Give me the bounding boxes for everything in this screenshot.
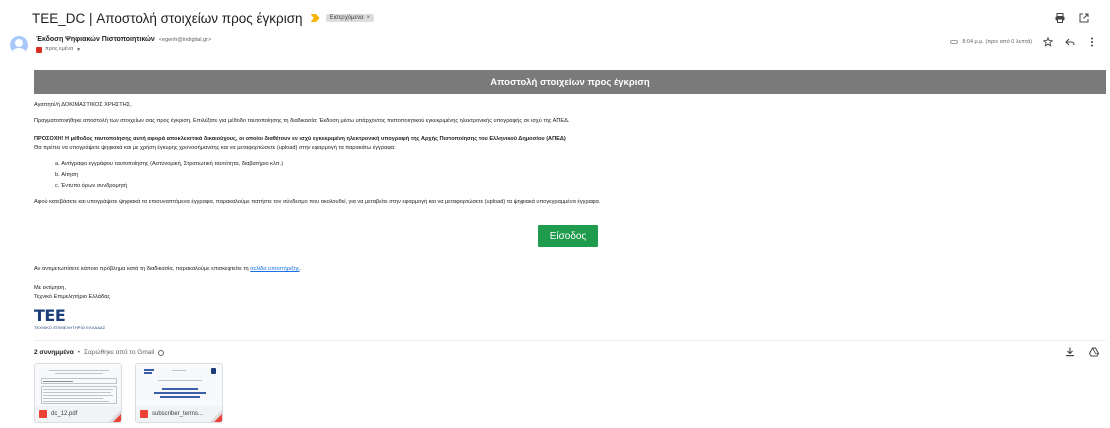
inbox-label-chip[interactable]: Εισερχόμενα × [325,14,375,22]
document-item: b. Αίτηση [55,172,79,178]
open-new-window-icon[interactable] [1078,12,1090,24]
lock-icon [211,368,216,374]
logo-mark: TEE [34,306,66,325]
pdf-icon [140,410,148,418]
followup-paragraph: Αφού κατεβάσετε και υπογράψετε ψηφιακά τ… [34,199,601,205]
scan-label: Σαρώθηκε από το Gmail [84,349,155,356]
tee-logo: TEE ΤΕΧΝΙΚΟ ΕΠΙΜΕΛΗΤΗΡΙΟ ΕΛΛΑΔΑΣ [34,306,106,331]
document-item: c. Έντυπο όρων συνδρομητή [55,183,128,189]
star-icon[interactable] [1042,36,1054,48]
intro-paragraph: Πραγματοποιήθηκε αποστολή των στοιχείων … [34,118,570,124]
recipient-marker-icon [36,46,42,53]
attachment-card-dc12[interactable]: dc_12.pdf [34,363,122,423]
message-time: 8:04 μ.μ. (πριν από 0 λεπτά) [962,39,1032,45]
email-subject: TEE_DC | Αποστολή στοιχείων προς έγκριση [32,10,303,26]
important-marker-icon[interactable] [310,14,320,22]
sender-info: Έκδοση Ψηφιακών Πιστοποιητικών <egenh@in… [36,36,211,53]
warning-paragraph: ΠΡΟΣΟΧΗ! Η μέθοδος ταυτοποίησης αυτή αφο… [34,136,566,142]
attachments-divider [34,340,1106,341]
message-meta: 8:04 μ.μ. (πριν από 0 λεπτά) [950,36,1098,48]
sender-name[interactable]: Έκδοση Ψηφιακών Πιστοποιητικών [36,36,155,44]
pdf-corner-marker [214,414,222,422]
attachments-separator: • [77,349,81,356]
recipient-text: προς εμένα [45,46,74,53]
subject-row: TEE_DC | Αποστολή στοιχείων προς έγκριση… [32,8,1090,28]
recipient-toggle[interactable]: προς εμένα ▼ [36,46,211,53]
email-banner: Αποστολή στοιχείων προς έγκριση [34,70,1106,94]
info-icon[interactable] [158,349,165,356]
sender-row: Έκδοση Ψηφιακών Πιστοποιητικών <egenh@in… [10,36,1098,60]
more-options-icon[interactable] [1086,36,1098,48]
sender-email: <egenh@indigital.gr> [158,37,212,43]
chevron-down-icon: ▼ [76,46,82,53]
closing-text: Με εκτίμηση, [34,285,66,291]
attachments-count: 2 συνημμένα [34,349,74,356]
support-prefix: Αν αντιμετωπίσετε κάποιο πρόβλημα κατά τ… [34,266,251,272]
attachment-thumbnail [136,364,222,408]
download-all-icon[interactable] [1064,346,1076,358]
attachments-header: 2 συνημμένα • Σαρώθηκε από το Gmail [34,349,165,356]
print-icon[interactable] [1054,12,1066,24]
login-button[interactable]: Είσοδος [538,225,598,247]
attachment-actions [1064,346,1100,358]
signature-text: Τεχνικό Επιμελητήριο Ελλάδας [34,294,111,300]
attachment-card-subscriber-terms[interactable]: subscriber_terms... [135,363,223,423]
sender-avatar[interactable] [10,36,28,54]
attachment-thumbnail [35,364,121,408]
top-actions [1054,12,1090,24]
pdf-corner-marker [113,414,121,422]
greeting: Αγαπητέ/ή ΔΟΚΙΜΑΣΤΙΚΟΣ ΧΡΗΣΤΗΣ, [34,102,132,108]
add-to-drive-icon[interactable] [1088,346,1100,358]
time-wrap: 8:04 μ.μ. (πριν από 0 λεπτά) [950,39,1032,45]
instruction-paragraph: Θα πρέπει να υπογράψετε ψηφιακά και με χ… [34,145,396,151]
pdf-icon [39,410,47,418]
logo-subtitle: ΤΕΧΝΙΚΟ ΕΠΙΜΕΛΗΤΗΡΙΟ ΕΛΛΑΔΑΣ [34,325,106,330]
support-paragraph: Αν αντιμετωπίσετε κάποιο πρόβλημα κατά τ… [34,266,301,272]
remove-label-icon[interactable]: × [367,15,371,21]
support-suffix: . [299,266,302,272]
support-link[interactable]: σελίδα υποστήριξης [250,266,299,272]
inbox-label-text: Εισερχόμενα [329,15,364,21]
reply-icon[interactable] [1064,36,1076,48]
attachment-name: dc_12.pdf [51,411,78,417]
document-item: a. Αντίγραφο εγγράφου ταυτοποίησης (Αστυ… [55,161,284,167]
attachment-name: subscriber_terms... [152,411,204,417]
attachment-icon [950,40,959,44]
